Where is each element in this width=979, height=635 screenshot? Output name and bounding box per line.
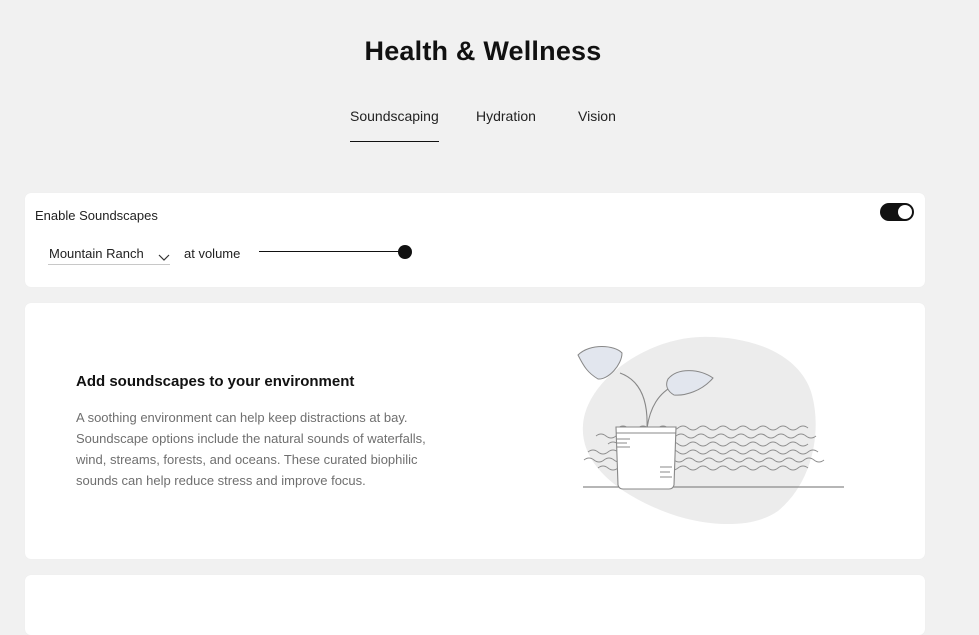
tab-soundscaping[interactable]: Soundscaping	[350, 108, 439, 142]
tab-vision[interactable]: Vision	[578, 108, 616, 142]
plant-soundwaves-illustration	[550, 333, 850, 529]
next-section-card	[25, 575, 925, 635]
page-title: Health & Wellness	[364, 36, 602, 66]
soundscape-settings-card: Enable Soundscapes Mountain Ranch at vol…	[25, 193, 925, 287]
volume-slider-thumb[interactable]	[398, 245, 412, 259]
chevron-down-icon	[158, 249, 170, 267]
volume-slider-track	[259, 251, 405, 252]
soundscape-info-card: Add soundscapes to your environment A so…	[25, 303, 925, 559]
volume-label: at volume	[184, 246, 241, 261]
enable-soundscapes-label: Enable Soundscapes	[35, 208, 158, 223]
soundscape-select[interactable]: Mountain Ranch	[48, 244, 170, 265]
toggle-knob	[898, 205, 912, 219]
tab-bar: Soundscaping Hydration Vision	[0, 108, 966, 142]
soundscape-select-value: Mountain Ranch	[49, 246, 144, 261]
enable-soundscapes-toggle[interactable]	[880, 203, 914, 221]
volume-slider[interactable]	[259, 242, 412, 262]
info-body: A soothing environment can help keep dis…	[76, 410, 426, 488]
info-title: Add soundscapes to your environment	[76, 373, 355, 390]
tab-hydration[interactable]: Hydration	[476, 108, 536, 142]
